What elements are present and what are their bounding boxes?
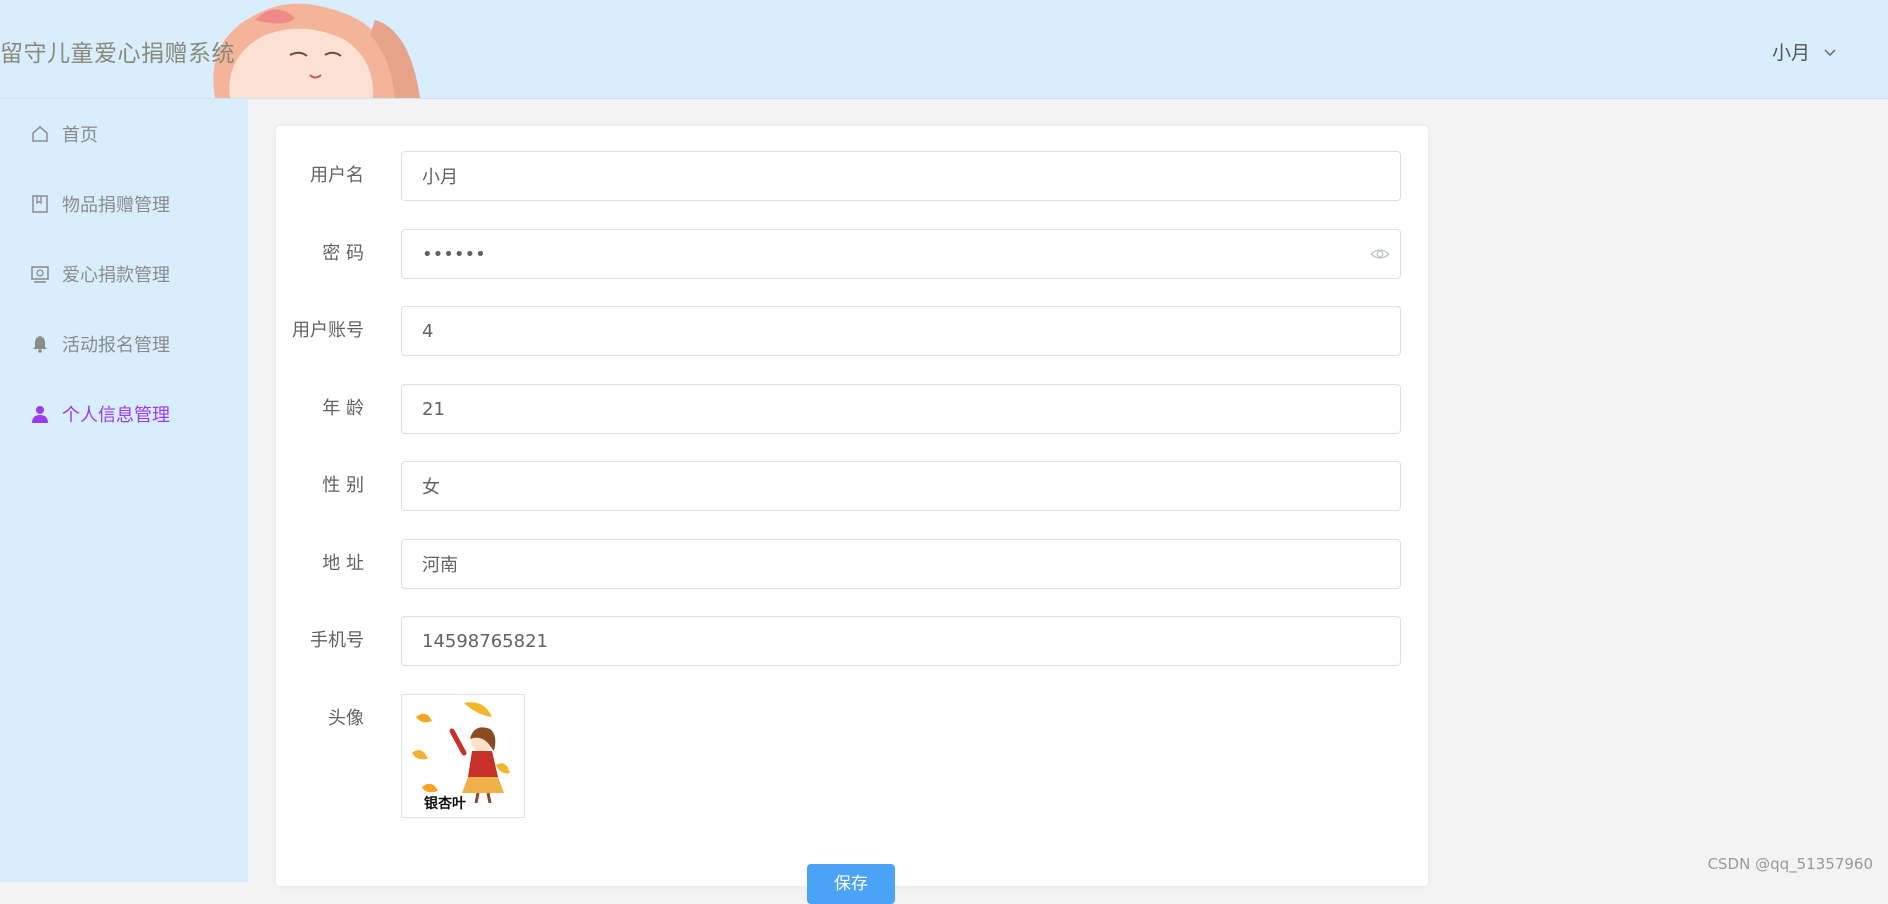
notebook-icon [30,194,50,214]
address-label: 地 址 [322,553,364,574]
sidebar-item-label: 首页 [62,125,98,146]
sidebar-item-profile[interactable]: 个人信息管理 [0,379,248,449]
form-row-gender: 性 别 [276,461,1428,511]
app-title: 留守儿童爱心捐赠系统 [0,41,235,67]
eye-icon[interactable] [1370,245,1390,263]
form-row-avatar: 头像 银杏叶 [276,694,1428,818]
home-icon [30,124,50,144]
user-menu[interactable]: 小月 [1772,38,1838,65]
sidebar-item-label: 物品捐赠管理 [62,195,170,216]
form-row-phone: 手机号 [276,616,1428,666]
form-row-username: 用户名 [276,151,1428,201]
user-icon [30,404,50,424]
user-name: 小月 [1771,42,1810,64]
account-label: 用户账号 [292,320,364,341]
bell-icon [30,334,50,354]
sidebar-item-item-donation[interactable]: 物品捐赠管理 [0,169,248,239]
sidebar-item-money-donation[interactable]: 爱心捐款管理 [0,239,248,309]
form-row-password: 密 码 [276,229,1428,279]
sidebar-item-label: 爱心捐款管理 [62,265,170,286]
sidebar-item-label: 个人信息管理 [62,405,170,426]
profile-form-card: 用户名 密 码 用户账号 年 龄 性 别 地 址 手机号 头像 [276,126,1428,904]
sidebar-item-label: 活动报名管理 [62,335,170,356]
username-label: 用户名 [310,165,364,186]
password-label: 密 码 [322,243,364,264]
avatar-uploader[interactable]: 银杏叶 [401,694,525,818]
age-label: 年 龄 [322,398,364,419]
form-row-address: 地 址 [276,539,1428,589]
avatar-caption: 银杏叶 [424,796,466,812]
gender-label: 性 别 [322,475,364,496]
chevron-down-icon [1824,48,1836,56]
sidebar-item-activity-signup[interactable]: 活动报名管理 [0,309,248,379]
phone-label: 手机号 [310,630,364,651]
form-row-age: 年 龄 [276,384,1428,434]
age-input[interactable] [401,384,1401,434]
money-icon [30,264,50,284]
watermark: CSDN @qq_51357960 [1707,855,1873,873]
phone-input[interactable] [401,616,1401,666]
address-input[interactable] [401,539,1401,589]
username-input[interactable] [401,151,1401,201]
gender-input[interactable] [401,461,1401,511]
save-button[interactable]: 保存 [807,864,895,904]
avatar-label: 头像 [328,708,364,729]
sidebar: 首页 物品捐赠管理 爱心捐款管理 活动报名管理 个人信息管理 [0,99,248,882]
top-header: 留守儿童爱心捐赠系统 小月 [0,0,1888,99]
password-input[interactable] [401,229,1401,279]
form-row-account: 用户账号 [276,306,1428,356]
account-input[interactable] [401,306,1401,356]
sidebar-item-home[interactable]: 首页 [0,99,248,169]
